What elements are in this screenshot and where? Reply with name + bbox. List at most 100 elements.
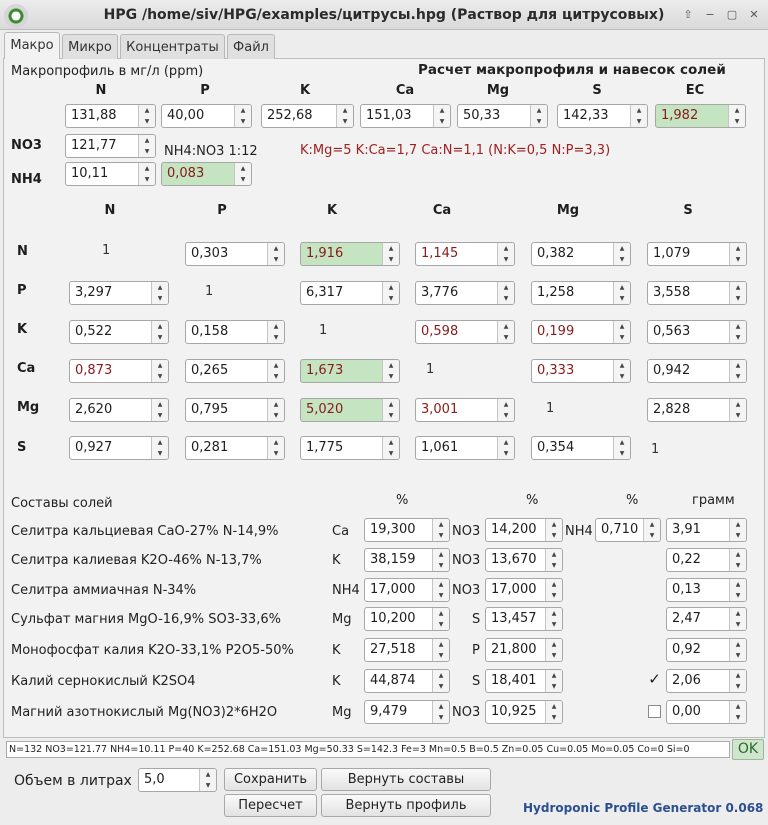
matrix-col-ca: Ca	[432, 203, 452, 218]
nh4-no3-ratio-input[interactable]: 0,083 ▲ ▼	[161, 162, 252, 186]
window-title: HPG /home/siv/HPG/examples/цитрусы.hpg (…	[103, 7, 665, 23]
minimize-icon[interactable]: −	[702, 8, 718, 22]
matrix-cell[interactable]: 1,916 ▲ ▼	[300, 242, 400, 266]
ratios-text: K:Mg=5 K:Ca=1,7 Ca:N=1,1 (N:K=0,5 N:P=3,…	[300, 143, 611, 158]
matrix-cell[interactable]: 1,775 ▲ ▼	[300, 436, 400, 460]
matrix-cell: 1	[102, 243, 111, 258]
matrix-cell[interactable]: 1,061 ▲ ▼	[415, 436, 515, 460]
salt-pct-2[interactable]: 10,925 ▲ ▼	[485, 700, 563, 724]
nh4-no3-ratio-label: NH4:NO3 1:12	[164, 144, 258, 159]
salt-pct-1[interactable]: 44,874 ▲ ▼	[364, 669, 450, 693]
include-salt-checkbox[interactable]: ✓	[648, 672, 661, 687]
header-ca: Ca	[395, 83, 415, 98]
n-input[interactable]: 131,88 ▲ ▼	[65, 104, 156, 128]
salt-element-2: S	[472, 612, 481, 627]
ec-input[interactable]: 1,982 ▲ ▼	[655, 104, 746, 128]
matrix-cell[interactable]: 5,020 ▲ ▼	[300, 398, 400, 422]
matrix-cell[interactable]: 3,558 ▲ ▼	[647, 281, 747, 305]
salt-element-1: K	[332, 553, 341, 568]
matrix-cell[interactable]: 0,942 ▲ ▼	[647, 359, 747, 383]
matrix-cell[interactable]: 0,927 ▲ ▼	[69, 436, 169, 460]
p-input[interactable]: 40,00 ▲ ▼	[161, 104, 252, 128]
nh4-input[interactable]: 10,11 ▲ ▼	[65, 162, 156, 186]
save-button[interactable]: Сохранить	[224, 768, 317, 791]
matrix-col-p: P	[217, 203, 227, 218]
salt-pct-2[interactable]: 13,457 ▲ ▼	[485, 607, 563, 631]
volume-label: Объем в литрах	[14, 773, 132, 789]
salt-pct-3[interactable]: 0,710 ▲ ▼	[595, 518, 661, 542]
salt-pct-1[interactable]: 10,200 ▲ ▼	[364, 607, 450, 631]
no3-label: NO3	[11, 138, 42, 153]
salt-pct-2[interactable]: 18,401 ▲ ▼	[485, 669, 563, 693]
salt-pct-2[interactable]: 21,800 ▲ ▼	[485, 638, 563, 662]
matrix-cell[interactable]: 6,317 ▲ ▼	[300, 281, 400, 305]
matrix-cell[interactable]: 3,001 ▲ ▼	[415, 398, 515, 422]
matrix-cell[interactable]: 0,563 ▲ ▼	[647, 320, 747, 344]
salt-pct-1[interactable]: 17,000 ▲ ▼	[364, 578, 450, 602]
matrix-row-n: N	[17, 244, 28, 259]
salt-name: Селитра аммиачная N-34%	[11, 583, 197, 598]
salt-element-1: NH4	[332, 583, 360, 598]
maximize-icon[interactable]: ▢	[724, 8, 740, 22]
matrix-cell[interactable]: 0,598 ▲ ▼	[415, 320, 515, 344]
matrix-cell[interactable]: 0,199 ▲ ▼	[531, 320, 631, 344]
matrix-cell[interactable]: 0,873 ▲ ▼	[69, 359, 169, 383]
shade-icon[interactable]: ⇧	[680, 8, 696, 22]
salt-name: Магний азотнокислый Mg(NO3)2*6H2O	[11, 705, 278, 720]
tab-concentrates[interactable]: Концентраты	[120, 34, 225, 59]
salt-element-1: Mg	[332, 705, 352, 720]
salts-title: Составы солей	[11, 496, 113, 511]
salt-grams[interactable]: 2,47 ▲ ▼	[666, 607, 747, 631]
s-input[interactable]: 142,33 ▲ ▼	[557, 104, 648, 128]
tab-macro[interactable]: Макро	[4, 32, 60, 59]
matrix-cell[interactable]: 0,382 ▲ ▼	[531, 242, 631, 266]
matrix-cell[interactable]: 0,333 ▲ ▼	[531, 359, 631, 383]
recalc-button[interactable]: Пересчет	[224, 794, 317, 817]
tab-file[interactable]: Файл	[227, 34, 275, 59]
matrix-cell[interactable]: 0,158 ▲ ▼	[185, 320, 285, 344]
volume-input[interactable]: 5,0 ▲ ▼	[138, 768, 217, 792]
salt-pct-1[interactable]: 19,300 ▲ ▼	[364, 518, 450, 542]
matrix-col-s: S	[683, 203, 693, 218]
brand-label: Hydroponic Profile Generator 0.068	[523, 801, 764, 815]
close-icon[interactable]: ✕	[746, 8, 762, 22]
salt-pct-1[interactable]: 38,159 ▲ ▼	[364, 548, 450, 572]
matrix-cell[interactable]: 0,281 ▲ ▼	[185, 436, 285, 460]
include-salt-checkbox[interactable]	[648, 705, 661, 718]
k-input[interactable]: 252,68 ▲ ▼	[261, 104, 354, 128]
salt-pct-2[interactable]: 17,000 ▲ ▼	[485, 578, 563, 602]
matrix-cell[interactable]: 0,265 ▲ ▼	[185, 359, 285, 383]
matrix-cell[interactable]: 0,303 ▲ ▼	[185, 242, 285, 266]
mg-input[interactable]: 50,33 ▲ ▼	[457, 104, 548, 128]
salt-grams[interactable]: 0,13 ▲ ▼	[666, 578, 747, 602]
salt-grams[interactable]: 2,06 ▲ ▼	[666, 669, 747, 693]
calc-title: Расчет макропрофиля и навесок солей	[418, 62, 726, 78]
salt-pct-1[interactable]: 9,479 ▲ ▼	[364, 700, 450, 724]
restore-profile-button[interactable]: Вернуть профиль	[321, 794, 491, 817]
matrix-cell[interactable]: 0,354 ▲ ▼	[531, 436, 631, 460]
tab-micro[interactable]: Микро	[62, 34, 118, 59]
matrix-cell[interactable]: 1,079 ▲ ▼	[647, 242, 747, 266]
salt-grams[interactable]: 3,91 ▲ ▼	[666, 518, 747, 542]
matrix-cell[interactable]: 0,795 ▲ ▼	[185, 398, 285, 422]
salt-element-2: S	[472, 674, 481, 689]
salt-pct-2[interactable]: 14,200 ▲ ▼	[485, 518, 563, 542]
matrix-cell[interactable]: 2,828 ▲ ▼	[647, 398, 747, 422]
profile-string-field[interactable]: N=132 NO3=121.77 NH4=10.11 P=40 K=252.68…	[6, 741, 730, 758]
restore-salts-button[interactable]: Вернуть составы	[321, 768, 491, 791]
matrix-cell[interactable]: 0,522 ▲ ▼	[69, 320, 169, 344]
salt-pct-2[interactable]: 13,670 ▲ ▼	[485, 548, 563, 572]
salt-pct-1[interactable]: 27,518 ▲ ▼	[364, 638, 450, 662]
matrix-cell[interactable]: 1,258 ▲ ▼	[531, 281, 631, 305]
salt-grams[interactable]: 0,00 ▲ ▼	[666, 700, 747, 724]
matrix-cell[interactable]: 1,145 ▲ ▼	[415, 242, 515, 266]
matrix-cell[interactable]: 3,297 ▲ ▼	[69, 281, 169, 305]
matrix-cell[interactable]: 1,673 ▲ ▼	[300, 359, 400, 383]
matrix-cell[interactable]: 2,620 ▲ ▼	[69, 398, 169, 422]
salt-grams[interactable]: 0,92 ▲ ▼	[666, 638, 747, 662]
matrix-cell[interactable]: 3,776 ▲ ▼	[415, 281, 515, 305]
salt-grams[interactable]: 0,22 ▲ ▼	[666, 548, 747, 572]
no3-input[interactable]: 121,77 ▲ ▼	[65, 134, 156, 158]
ok-button[interactable]: OK	[732, 739, 764, 760]
ca-input[interactable]: 151,03 ▲ ▼	[360, 104, 451, 128]
